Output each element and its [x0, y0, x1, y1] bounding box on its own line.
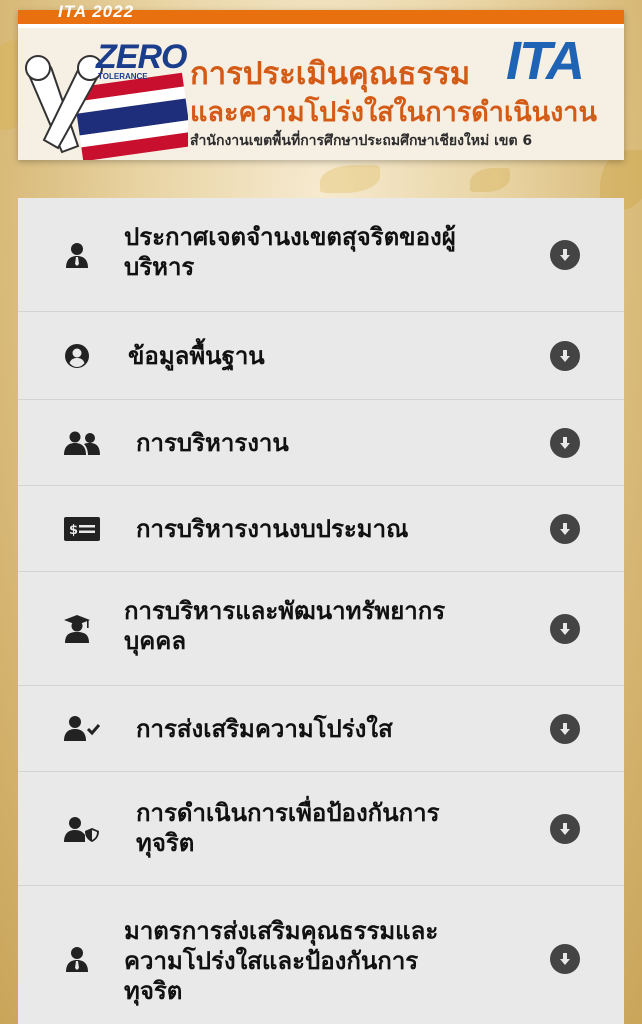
money-card-icon: $ — [64, 516, 100, 542]
zero-tolerance-text: TOLERANCE — [98, 72, 148, 81]
user-circle-icon — [64, 343, 90, 369]
arrow-circle-down-icon[interactable] — [550, 514, 580, 544]
arrow-circle-down-icon[interactable] — [550, 428, 580, 458]
user-tie-icon — [64, 946, 90, 972]
menu-item-executive-declaration[interactable]: ประกาศเจตจำนงเขตสุจริตของผู้ บริหาร — [18, 198, 624, 312]
arrow-circle-down-icon[interactable] — [550, 240, 580, 270]
menu-item-label: ประกาศเจตจำนงเขตสุจริตของผู้ บริหาร — [124, 223, 456, 281]
ita-banner: ITA 2022 ZERO TOLERANCE การประเมินคุณธรร… — [18, 2, 624, 162]
menu-item-label: การบริหารและพัฒนาทรัพยากร บุคคล — [124, 597, 446, 655]
user-shield-icon — [64, 816, 100, 842]
menu-item-budget-administration[interactable]: $ การบริหารงานงบประมาณ — [18, 486, 624, 572]
arrow-circle-down-icon[interactable] — [550, 944, 580, 974]
menu-item-label: ข้อมูลพื้นฐาน — [128, 342, 265, 370]
menu-item-basic-info[interactable]: ข้อมูลพื้นฐาน — [18, 312, 624, 400]
banner-year-tag: ITA 2022 — [58, 2, 135, 21]
menu-item-corruption-prevention[interactable]: การดำเนินการเพื่อป้องกันการ ทุจริต — [18, 772, 624, 886]
menu-item-label: การบริหารงานงบประมาณ — [136, 515, 409, 543]
menu-item-label: การดำเนินการเพื่อป้องกันการ ทุจริต — [136, 799, 440, 857]
menu-item-ethics-measures[interactable]: มาตรการส่งเสริมคุณธรรมและ ความโปร่งใสและ… — [18, 886, 624, 1024]
user-graduate-icon — [64, 615, 90, 643]
arrow-circle-down-icon[interactable] — [550, 814, 580, 844]
menu-item-label: มาตรการส่งเสริมคุณธรรมและ ความโปร่งใสและ… — [124, 917, 439, 1005]
menu-item-administration[interactable]: การบริหารงาน — [18, 400, 624, 486]
banner-subtitle: สำนักงานเขตพื้นที่การศึกษาประถมศึกษาเชีย… — [190, 133, 533, 149]
background-leaf — [320, 165, 380, 193]
ita-menu: ประกาศเจตจำนงเขตสุจริตของผู้ บริหาร ข้อม… — [18, 198, 624, 1024]
menu-item-label: การส่งเสริมความโปร่งใส — [136, 715, 393, 743]
arrow-circle-down-icon[interactable] — [550, 614, 580, 644]
arrow-circle-down-icon[interactable] — [550, 714, 580, 744]
banner-top-strip: ITA 2022 — [18, 2, 624, 24]
arrow-circle-down-icon[interactable] — [550, 341, 580, 371]
banner-title-line2: และความโปร่งใสในการดำเนินงาน — [190, 97, 597, 128]
svg-text:$: $ — [69, 523, 78, 538]
users-icon — [64, 430, 100, 456]
menu-item-label: การบริหารงาน — [136, 429, 289, 457]
user-check-icon — [64, 715, 100, 741]
menu-item-human-resources[interactable]: การบริหารและพัฒนาทรัพยากร บุคคล — [18, 572, 624, 686]
background-leaf — [470, 168, 510, 192]
menu-item-transparency[interactable]: การส่งเสริมความโปร่งใส — [18, 686, 624, 772]
user-tie-icon — [64, 242, 90, 268]
ita-logo: ITA — [506, 31, 585, 91]
